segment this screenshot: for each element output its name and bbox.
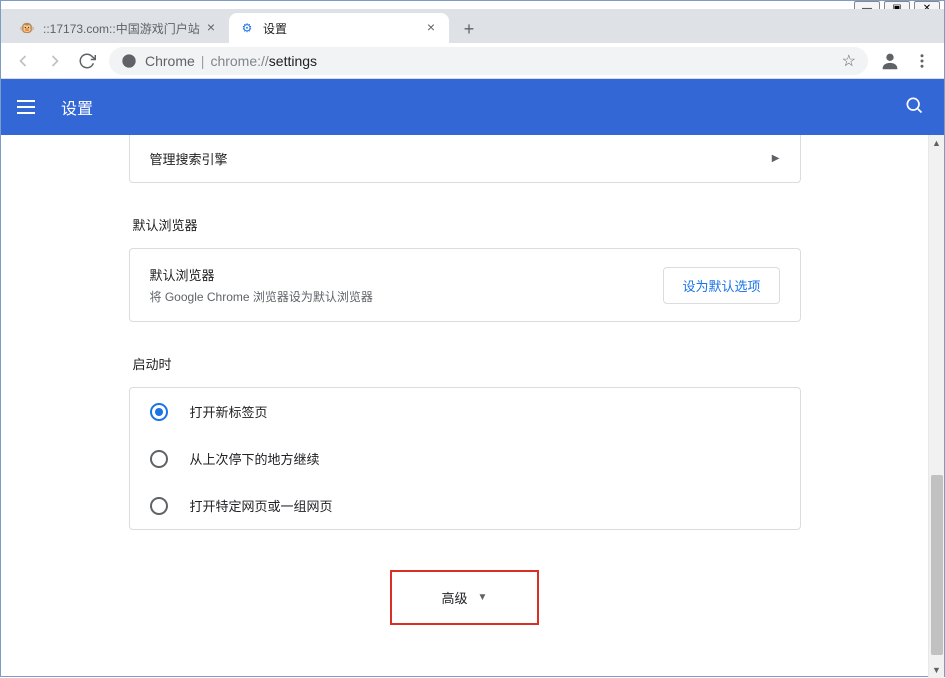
profile-button[interactable] (874, 45, 906, 77)
bookmark-star-icon[interactable]: ☆ (842, 51, 856, 71)
set-default-button[interactable]: 设为默认选项 (663, 267, 779, 304)
row-label: 管理搜索引擎 (150, 149, 228, 168)
favicon-17173: 🐵 (19, 20, 35, 36)
reload-button[interactable] (71, 45, 103, 77)
radio-icon (150, 403, 168, 421)
section-heading-default-browser: 默认浏览器 (133, 215, 801, 234)
chrome-menu-button[interactable] (906, 45, 938, 77)
back-button[interactable] (7, 45, 39, 77)
startup-option-specific-pages[interactable]: 打开特定网页或一组网页 (130, 482, 800, 529)
default-browser-row: 默认浏览器 将 Google Chrome 浏览器设为默认浏览器 设为默认选项 (130, 249, 800, 321)
advanced-toggle-button[interactable]: 高级 ▼ (442, 588, 488, 607)
omnibox-separator: | (201, 53, 205, 69)
radio-label: 从上次停下的地方继续 (190, 449, 320, 468)
search-icon[interactable] (904, 95, 928, 119)
chevron-down-icon: ▼ (478, 592, 488, 603)
radio-icon (150, 450, 168, 468)
radio-label: 打开新标签页 (190, 402, 268, 421)
close-icon[interactable]: × (203, 20, 219, 36)
site-info-icon[interactable] (121, 53, 137, 69)
tab-strip: 🐵 ::17173.com::中国游戏门户站 × ⚙ 设置 × + (1, 9, 944, 43)
startup-option-new-tab[interactable]: 打开新标签页 (130, 388, 800, 435)
gear-icon: ⚙ (239, 20, 255, 36)
tab-17173[interactable]: 🐵 ::17173.com::中国游戏门户站 × (9, 13, 229, 43)
default-browser-title: 默认浏览器 (150, 265, 664, 284)
advanced-highlight-box: 高级 ▼ (390, 570, 540, 625)
address-bar[interactable]: Chrome | chrome://settings ☆ (109, 47, 868, 75)
vertical-scrollbar[interactable]: ▲ ▼ (928, 135, 944, 678)
settings-header: 设置 (1, 79, 944, 135)
browser-toolbar: Chrome | chrome://settings ☆ (1, 43, 944, 79)
startup-option-continue[interactable]: 从上次停下的地方继续 (130, 435, 800, 482)
radio-icon (150, 497, 168, 515)
manage-search-engines-row[interactable]: 管理搜索引擎 ▶ (130, 135, 800, 182)
chevron-right-icon: ▶ (772, 153, 780, 164)
omnibox-url: chrome://settings (210, 53, 317, 69)
close-icon[interactable]: × (423, 20, 439, 36)
forward-button[interactable] (39, 45, 71, 77)
radio-label: 打开特定网页或一组网页 (190, 496, 333, 515)
menu-icon[interactable] (17, 95, 41, 119)
tab-title: 设置 (263, 20, 423, 37)
section-heading-startup: 启动时 (133, 354, 801, 373)
default-browser-subtitle: 将 Google Chrome 浏览器设为默认浏览器 (150, 288, 664, 305)
tab-settings[interactable]: ⚙ 设置 × (229, 13, 449, 43)
advanced-label: 高级 (442, 588, 468, 607)
scroll-down-button[interactable]: ▼ (929, 662, 944, 678)
scroll-thumb[interactable] (931, 475, 943, 655)
omnibox-prefix: Chrome (145, 53, 195, 69)
page-title: 设置 (61, 95, 904, 119)
tab-title: ::17173.com::中国游戏门户站 (43, 20, 203, 37)
new-tab-button[interactable]: + (455, 15, 483, 43)
scroll-up-button[interactable]: ▲ (929, 135, 944, 151)
settings-content: 管理搜索引擎 ▶ 默认浏览器 默认浏览器 将 Google Chrome 浏览器… (1, 135, 928, 678)
